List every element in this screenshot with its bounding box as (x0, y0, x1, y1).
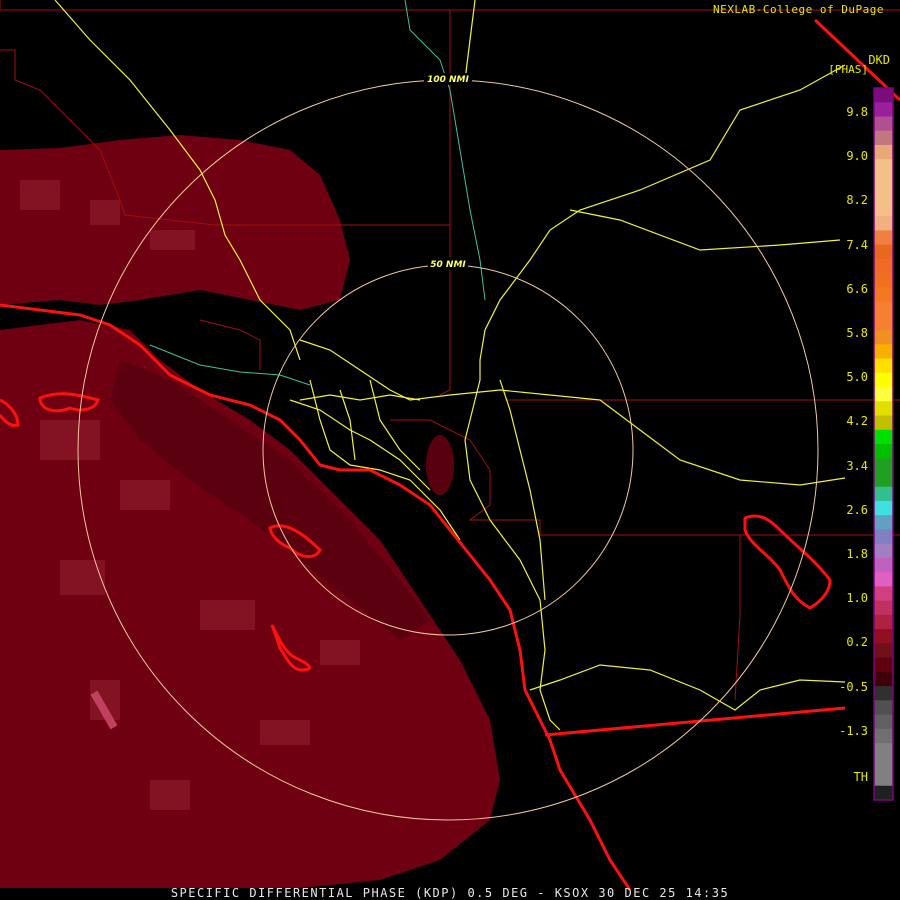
legend-tick-label: 1.8 (846, 547, 868, 561)
legend-swatch (874, 586, 893, 602)
legend-tick-label: 5.8 (846, 326, 868, 340)
legend-swatch (874, 686, 893, 701)
legend-tick-label: TH (853, 770, 868, 784)
legend-swatch (874, 743, 893, 758)
legend-swatch (874, 785, 893, 801)
product-code: DKD (868, 53, 890, 67)
legend-swatch (874, 244, 893, 260)
legend-swatch (874, 515, 893, 530)
legend-tick-label: 6.6 (846, 281, 868, 296)
legend-tick-label: 1.0 (846, 591, 868, 606)
echo-field (0, 135, 500, 888)
legend-swatch (874, 116, 893, 132)
legend-tick-label: 0.2 (846, 635, 868, 650)
legend-swatch (874, 614, 893, 630)
legend-swatch (874, 173, 893, 189)
legend-swatch (874, 358, 893, 374)
legend-swatch (874, 230, 893, 246)
legend-swatch (874, 401, 893, 417)
legend-swatch (874, 529, 893, 545)
legend-tick-label: 2.6 (846, 502, 868, 517)
color-legend-bar (874, 88, 893, 801)
range-ring-50-label: 50 NMI (430, 260, 466, 270)
legend-swatch (874, 757, 893, 773)
legend-swatch (874, 771, 893, 787)
product-footer: SPECIFIC DIFFERENTIAL PHASE (KDP) 0.5 DE… (170, 886, 730, 900)
legend-swatch (874, 671, 893, 687)
legend-swatch (874, 415, 893, 431)
legend-swatch (874, 572, 893, 587)
legend-swatch (874, 557, 893, 573)
legend-swatch (874, 657, 893, 673)
legend-swatch (874, 216, 893, 231)
legend-swatch (874, 315, 893, 331)
range-ring-100-label: 100 NMI (427, 75, 469, 85)
legend-tick-label: 5.0 (846, 370, 868, 385)
legend-tick-label: 7.4 (846, 237, 868, 252)
legend-swatch (874, 130, 893, 146)
legend-swatch (874, 472, 893, 488)
legend-swatch (874, 500, 893, 516)
legend-swatch (874, 287, 893, 303)
echo-blob-inland (426, 435, 454, 495)
legend-tick-label: 8.2 (846, 193, 868, 208)
legend-swatch (874, 543, 893, 559)
legend-swatch (874, 201, 893, 217)
legend-tick-label: 9.0 (846, 149, 868, 164)
legend-swatch (874, 458, 893, 473)
product-units: [PHAS] (828, 63, 868, 76)
legend-swatch (874, 88, 893, 103)
legend-swatch (874, 102, 893, 117)
legend-swatch (874, 344, 893, 360)
legend-swatch (874, 144, 893, 160)
credit-text: NEXLAB-College of DuPage (713, 3, 884, 16)
legend-tick-label: 9.8 (846, 105, 868, 119)
legend-tick-label: -0.5 (839, 679, 868, 694)
legend-swatch (874, 486, 893, 502)
legend-swatch (874, 429, 893, 445)
legend-tick-label: 3.4 (846, 458, 868, 473)
legend-swatch (874, 387, 893, 402)
legend-swatch (874, 372, 893, 388)
legend-swatch (874, 643, 893, 659)
legend-swatch (874, 258, 893, 274)
legend-swatch (874, 187, 893, 203)
legend-swatch (874, 330, 893, 345)
legend-swatch (874, 629, 893, 644)
legend-swatch (874, 273, 893, 288)
legend-swatch (874, 159, 893, 174)
legend-swatch (874, 600, 893, 616)
legend-swatch (874, 714, 893, 730)
legend-swatch (874, 700, 893, 716)
radar-map: 100 NMI 50 NMI (0, 0, 900, 891)
legend-tick-label: 4.2 (846, 414, 868, 429)
legend-swatch (874, 728, 893, 744)
legend-tick-label: -1.3 (839, 723, 868, 738)
echo-region-main (0, 135, 350, 310)
legend-swatch (874, 301, 893, 317)
legend-swatch (874, 444, 893, 459)
